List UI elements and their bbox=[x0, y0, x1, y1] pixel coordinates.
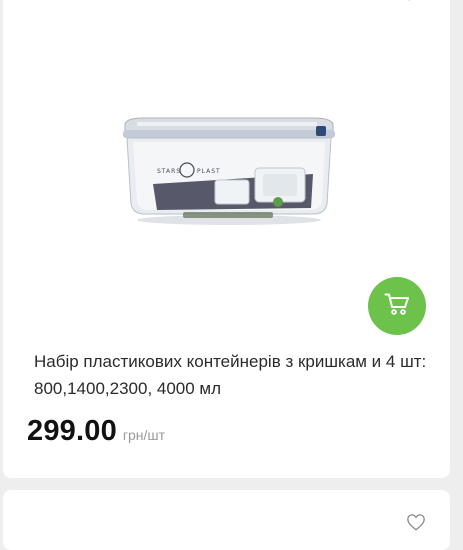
product-image[interactable]: STARS PLAST bbox=[113, 112, 343, 232]
price-unit: грн/шт bbox=[122, 427, 166, 443]
add-to-cart-button[interactable] bbox=[368, 277, 426, 335]
product-card[interactable]: STARS PLAST Набір пластикових контейнері… bbox=[3, 0, 450, 478]
price-row: 299.00 грн/шт bbox=[27, 415, 165, 448]
product-title[interactable]: Набір пластикових контейнерів з кришкам … bbox=[34, 348, 429, 402]
heart-icon[interactable] bbox=[405, 512, 427, 532]
cart-icon bbox=[384, 292, 410, 321]
product-card[interactable] bbox=[3, 490, 450, 550]
svg-text:PLAST: PLAST bbox=[197, 168, 221, 175]
product-price: 299.00 bbox=[27, 415, 117, 447]
heart-icon[interactable] bbox=[398, 0, 420, 2]
svg-text:STARS: STARS bbox=[157, 168, 181, 175]
